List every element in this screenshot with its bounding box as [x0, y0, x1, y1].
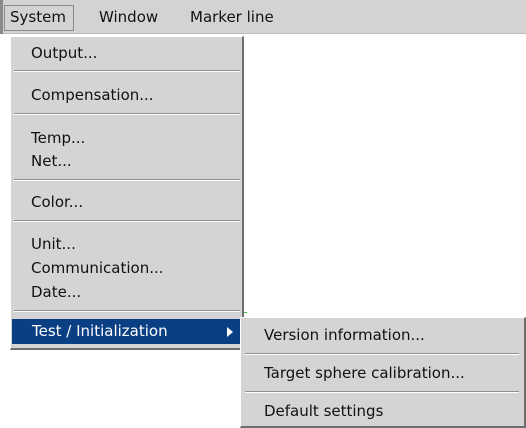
menu-window[interactable]: Window: [99, 0, 158, 34]
menu-item-communication[interactable]: Communication...: [11, 256, 241, 281]
submenu-separator: [245, 353, 519, 355]
menu-separator: [14, 310, 240, 312]
marker-line-fragment: [244, 312, 247, 313]
menu-item-compensation[interactable]: Compensation...: [11, 83, 241, 108]
menu-item-net[interactable]: Net...: [11, 149, 241, 174]
menu-item-output[interactable]: Output...: [11, 41, 241, 66]
submenu-separator: [245, 391, 519, 393]
menu-item-color[interactable]: Color...: [11, 190, 241, 215]
submenu-item-target-sphere-calibration[interactable]: Target sphere calibration...: [241, 358, 523, 388]
application-window: System Window Marker line Output... Comp…: [0, 0, 526, 428]
menu-separator: [14, 113, 240, 115]
menu-item-unit[interactable]: Unit...: [11, 232, 241, 257]
menu-separator: [14, 70, 240, 72]
menu-item-test-initialization-label: Test / Initialization: [32, 322, 168, 340]
submenu-item-default-settings[interactable]: Default settings: [241, 396, 523, 426]
test-initialization-submenu: Version information... Target sphere cal…: [240, 317, 526, 428]
menu-bar: System Window Marker line: [0, 0, 526, 34]
menu-marker-line[interactable]: Marker line: [190, 0, 274, 34]
menu-separator: [14, 220, 240, 222]
menu-separator: [14, 179, 240, 181]
menu-item-test-initialization[interactable]: Test / Initialization: [12, 319, 241, 344]
system-dropdown-menu: Output... Compensation... Temp... Net...…: [10, 36, 244, 350]
menu-item-date[interactable]: Date...: [11, 280, 241, 305]
window-edge: [0, 0, 3, 34]
chevron-right-icon: [227, 327, 233, 337]
menu-system[interactable]: System: [4, 0, 74, 34]
menu-item-temp[interactable]: Temp...: [11, 126, 241, 151]
submenu-item-version-information[interactable]: Version information...: [241, 320, 523, 350]
